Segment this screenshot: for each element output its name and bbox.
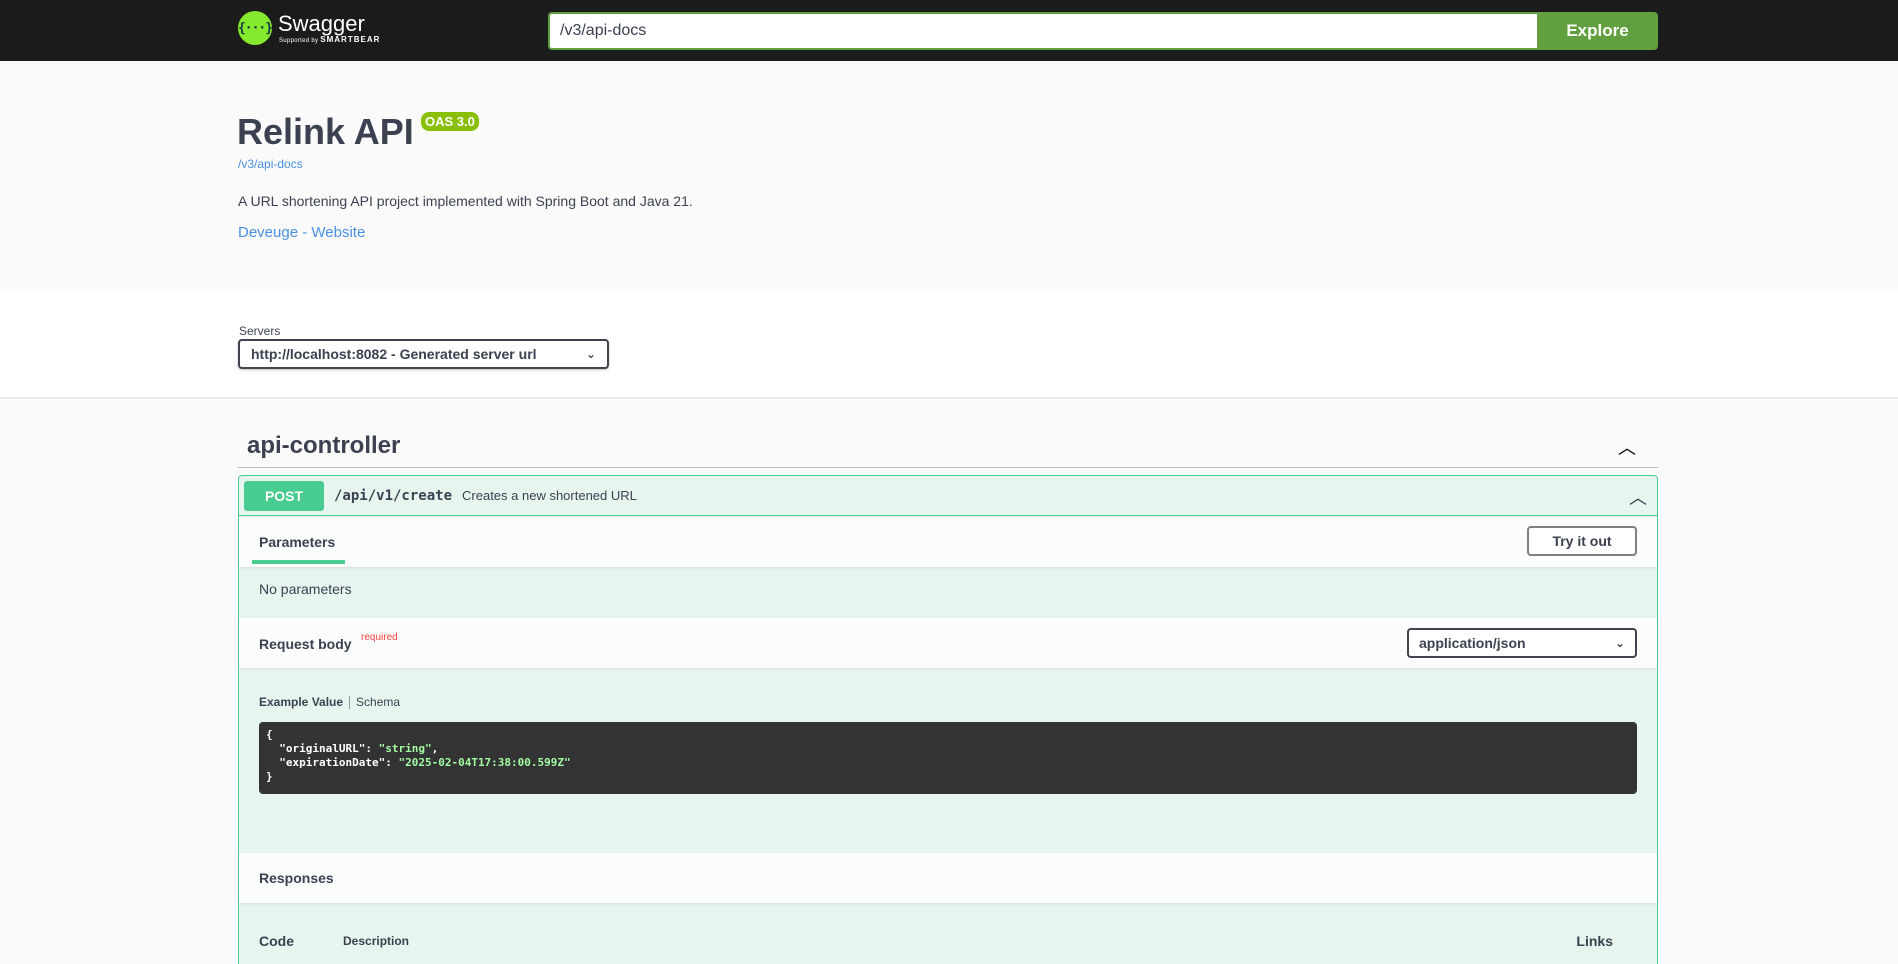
server-select[interactable]: http://localhost:8082 - Generated server… <box>238 339 609 369</box>
example-key-1: "originalURL" <box>279 742 366 755</box>
responses-col-code: Code <box>259 933 294 949</box>
example-tabs: Example Value Schema <box>259 695 400 709</box>
no-parameters-text: No parameters <box>259 581 352 597</box>
logo-name: Swagger <box>278 10 365 36</box>
operation-summary[interactable]: POST /api/v1/create Creates a new shorte… <box>239 476 1657 516</box>
request-body-header: Request body required application/json ⌄ <box>239 618 1657 668</box>
required-marker: required <box>361 632 398 643</box>
logo-sub-prefix: Supported by <box>279 37 319 44</box>
method-badge: POST <box>244 480 324 511</box>
media-type-select[interactable]: application/json ⌄ <box>1407 628 1637 658</box>
parameters-header: Parameters Try it out <box>239 517 1657 567</box>
logo-sub-brand: SMARTBEAR <box>320 34 381 44</box>
example-value-2: "2025-02-04T17:38:00.599Z" <box>398 756 571 769</box>
api-docs-link[interactable]: /v3/api-docs <box>238 157 303 171</box>
operation-block: POST /api/v1/create Creates a new shorte… <box>238 475 1658 964</box>
responses-col-description: Description <box>343 934 410 948</box>
api-info: Relink API OAS 3.0 /v3/api-docs A URL sh… <box>0 61 1898 291</box>
chevron-up-icon[interactable]: ︿ <box>1629 484 1647 510</box>
tag-header[interactable]: api-controller ︿ <box>238 420 1658 468</box>
responses-label: Responses <box>259 870 334 886</box>
operations-section: api-controller ︿ POST /api/v1/create Cre… <box>0 400 1898 964</box>
api-description: A URL shortening API project implemented… <box>238 193 693 209</box>
tag-title: api-controller <box>247 432 401 459</box>
chevron-up-icon[interactable]: ︿ <box>1618 434 1636 460</box>
media-type-value: application/json <box>1419 635 1526 651</box>
operation-path: /api/v1/create <box>334 487 453 504</box>
request-body-label: Request body <box>259 636 352 652</box>
operation-description: Creates a new shortened URL <box>462 488 637 503</box>
servers-label: Servers <box>239 324 281 338</box>
example-code-block: { "originalURL": "string", "expirationDa… <box>259 722 1637 794</box>
chevron-down-icon: ⌄ <box>1614 636 1625 650</box>
try-it-out-button[interactable]: Try it out <box>1527 526 1637 556</box>
example-value-1: "string" <box>378 742 432 755</box>
chevron-down-icon: ⌄ <box>585 347 596 361</box>
tab-divider <box>349 695 351 709</box>
page-title: Relink API <box>237 111 414 152</box>
tab-parameters[interactable]: Parameters <box>259 534 335 550</box>
swagger-logo-icon: {···} <box>238 11 273 45</box>
swagger-logo[interactable]: {···} Swagger Supported by SMARTBEAR <box>238 11 380 45</box>
tab-schema[interactable]: Schema <box>356 695 400 709</box>
logo-tagline: Supported by SMARTBEAR <box>279 34 381 45</box>
server-select-value: http://localhost:8082 - Generated server… <box>251 346 537 362</box>
explore-button[interactable]: Explore <box>1537 12 1658 50</box>
tab-active-indicator <box>252 560 345 564</box>
responses-col-links: Links <box>1576 933 1613 949</box>
oas-version-badge: OAS 3.0 <box>421 112 479 131</box>
website-link[interactable]: Deveuge - Website <box>238 224 365 241</box>
spec-url-input[interactable] <box>548 12 1537 50</box>
example-key-2: "expirationDate" <box>279 756 386 769</box>
logo-text: Swagger Supported by SMARTBEAR <box>278 10 381 45</box>
topbar: {···} Swagger Supported by SMARTBEAR Exp… <box>0 0 1898 61</box>
tab-example-value[interactable]: Example Value <box>259 695 343 709</box>
servers-section: Servers http://localhost:8082 - Generate… <box>0 291 1898 399</box>
responses-header: Responses <box>239 853 1657 903</box>
